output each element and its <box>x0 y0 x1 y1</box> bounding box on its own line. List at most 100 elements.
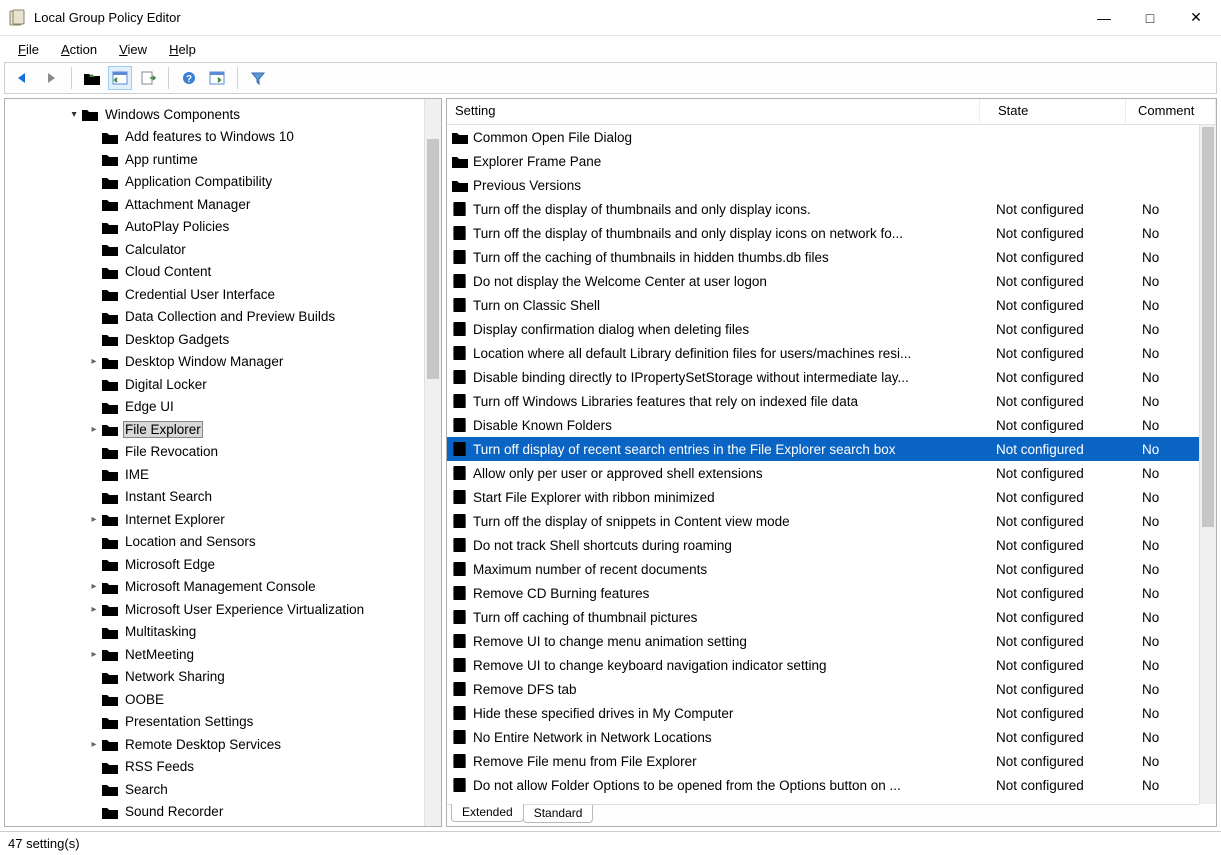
export-list-icon[interactable] <box>136 66 160 90</box>
list-setting-row[interactable]: Turn off the display of snippets in Cont… <box>447 509 1216 533</box>
tree-item[interactable]: ▸Internet Explorer <box>5 508 441 531</box>
tree-item[interactable]: Data Collection and Preview Builds <box>5 306 441 329</box>
tree-item[interactable]: ▸NetMeeting <box>5 643 441 666</box>
expander-icon[interactable]: ▸ <box>69 107 80 121</box>
list-setting-row[interactable]: Maximum number of recent documentsNot co… <box>447 557 1216 581</box>
expander-icon[interactable]: ▸ <box>87 514 101 525</box>
tree-item[interactable]: ▸ Desktop Window Manager <box>5 351 441 374</box>
tree-item-windows-components[interactable]: ▸Windows Components <box>5 103 441 126</box>
list-setting-row[interactable]: Turn off display of recent search entrie… <box>447 437 1216 461</box>
list-setting-row[interactable]: Remove UI to change menu animation setti… <box>447 629 1216 653</box>
list-setting-row[interactable]: Remove File menu from File ExplorerNot c… <box>447 749 1216 773</box>
tree-item[interactable]: Digital Locker <box>5 373 441 396</box>
list-setting-row[interactable]: Do not display the Welcome Center at use… <box>447 269 1216 293</box>
tree-item[interactable]: Microsoft Edge <box>5 553 441 576</box>
menu-action[interactable]: Action <box>51 39 107 60</box>
tree-item[interactable]: Search <box>5 778 441 801</box>
expander-icon[interactable]: ▸ <box>87 739 101 750</box>
show-hide-console-tree-icon[interactable] <box>108 66 132 90</box>
list-setting-row[interactable]: Turn off Windows Libraries features that… <box>447 389 1216 413</box>
list-setting-row[interactable]: Remove UI to change keyboard navigation … <box>447 653 1216 677</box>
tree-item[interactable]: Desktop Gadgets <box>5 328 441 351</box>
up-folder-icon[interactable] <box>80 66 104 90</box>
column-header-comment[interactable]: Comment <box>1126 99 1216 124</box>
show-hide-action-pane-icon[interactable] <box>205 66 229 90</box>
list-setting-row[interactable]: Turn off the display of thumbnails and o… <box>447 221 1216 245</box>
tree-item[interactable]: ▸File Explorer <box>5 418 441 441</box>
list-scrollbar[interactable] <box>1199 125 1216 804</box>
tree-item[interactable]: Edge UI <box>5 396 441 419</box>
tree-item[interactable]: Network Sharing <box>5 666 441 689</box>
expander-icon[interactable]: ▸ <box>87 424 101 435</box>
tree-item[interactable]: OOBE <box>5 688 441 711</box>
menu-help[interactable]: Help <box>159 39 206 60</box>
tree[interactable]: ▸Windows ComponentsAdd features to Windo… <box>5 99 441 826</box>
tab-extended[interactable]: Extended <box>451 804 524 822</box>
status-bar: 47 setting(s) <box>0 831 1221 855</box>
tree-item-label: Desktop Window Manager <box>123 353 285 370</box>
filter-icon[interactable] <box>246 66 270 90</box>
list-setting-row[interactable]: Turn off the display of thumbnails and o… <box>447 197 1216 221</box>
tree-item[interactable]: ▸Microsoft Management Console <box>5 576 441 599</box>
back-arrow-icon[interactable] <box>11 66 35 90</box>
forward-arrow-icon[interactable] <box>39 66 63 90</box>
list-setting-row[interactable]: Turn off caching of thumbnail picturesNo… <box>447 605 1216 629</box>
list-setting-row[interactable]: Turn off the caching of thumbnails in hi… <box>447 245 1216 269</box>
help-icon[interactable]: ? <box>177 66 201 90</box>
tree-item[interactable]: Presentation Settings <box>5 711 441 734</box>
tree-item[interactable]: Cloud Content <box>5 261 441 284</box>
close-button[interactable]: ✕ <box>1173 2 1219 34</box>
list-folder-row[interactable]: Previous Versions <box>447 173 1216 197</box>
policy-setting-icon <box>451 393 469 409</box>
tree-item[interactable]: Sound Recorder <box>5 801 441 824</box>
tree-item[interactable]: AutoPlay Policies <box>5 216 441 239</box>
menu-file[interactable]: File <box>8 39 49 60</box>
list-folder-row[interactable]: Common Open File Dialog <box>447 125 1216 149</box>
maximize-button[interactable]: □ <box>1127 2 1173 34</box>
tree-item[interactable]: Instant Search <box>5 486 441 509</box>
tree-item[interactable]: Credential User Interface <box>5 283 441 306</box>
tree-item[interactable]: App runtime <box>5 148 441 171</box>
policy-setting-icon <box>451 489 469 505</box>
tree-item[interactable]: ▸Remote Desktop Services <box>5 733 441 756</box>
list-setting-row[interactable]: Do not track Shell shortcuts during roam… <box>447 533 1216 557</box>
list-setting-row[interactable]: Hide these specified drives in My Comput… <box>447 701 1216 725</box>
tree-item[interactable]: Add features to Windows 10 <box>5 126 441 149</box>
list-setting-row[interactable]: Remove DFS tabNot configuredNo <box>447 677 1216 701</box>
list-setting-row[interactable]: No Entire Network in Network LocationsNo… <box>447 725 1216 749</box>
list-setting-row[interactable]: Do not allow Folder Options to be opened… <box>447 773 1216 797</box>
tree-item-label: Multitasking <box>123 623 198 640</box>
column-header-state[interactable]: State <box>980 99 1126 124</box>
expander-icon[interactable]: ▸ <box>87 356 101 367</box>
list-setting-row[interactable]: Disable binding directly to IPropertySet… <box>447 365 1216 389</box>
tree-item[interactable]: Location and Sensors <box>5 531 441 554</box>
tab-standard[interactable]: Standard <box>523 805 594 823</box>
column-header-setting[interactable]: Setting <box>447 99 980 124</box>
list-setting-row[interactable]: Turn on Classic ShellNot configuredNo <box>447 293 1216 317</box>
list-setting-row[interactable]: Disable Known FoldersNot configuredNo <box>447 413 1216 437</box>
tree-item[interactable]: Multitasking <box>5 621 441 644</box>
tree-item[interactable]: ▸Microsoft User Experience Virtualizatio… <box>5 598 441 621</box>
expander-icon[interactable]: ▸ <box>87 604 101 615</box>
list-cell-setting: Turn off Windows Libraries features that… <box>473 394 996 409</box>
expander-icon[interactable]: ▸ <box>87 649 101 660</box>
menu-view[interactable]: View <box>109 39 157 60</box>
tree-item[interactable]: Application Compatibility <box>5 171 441 194</box>
tree-item[interactable]: RSS Feeds <box>5 756 441 779</box>
tree-item[interactable]: IME <box>5 463 441 486</box>
list-cell-state: Not configured <box>996 538 1142 553</box>
tree-scrollbar[interactable] <box>424 99 441 826</box>
list-setting-row[interactable]: Remove CD Burning featuresNot configured… <box>447 581 1216 605</box>
list-setting-row[interactable]: Display confirmation dialog when deletin… <box>447 317 1216 341</box>
tree-item[interactable]: File Revocation <box>5 441 441 464</box>
expander-icon[interactable]: ▸ <box>87 581 101 592</box>
tree-item[interactable]: Calculator <box>5 238 441 261</box>
list-setting-row[interactable]: Allow only per user or approved shell ex… <box>447 461 1216 485</box>
tree-item[interactable]: Attachment Manager <box>5 193 441 216</box>
list-setting-row[interactable]: Location where all default Library defin… <box>447 341 1216 365</box>
policy-setting-icon <box>451 609 469 625</box>
list-folder-row[interactable]: Explorer Frame Pane <box>447 149 1216 173</box>
minimize-button[interactable]: — <box>1081 2 1127 34</box>
list-setting-row[interactable]: Start File Explorer with ribbon minimize… <box>447 485 1216 509</box>
list-body[interactable]: Common Open File DialogExplorer Frame Pa… <box>447 125 1216 804</box>
